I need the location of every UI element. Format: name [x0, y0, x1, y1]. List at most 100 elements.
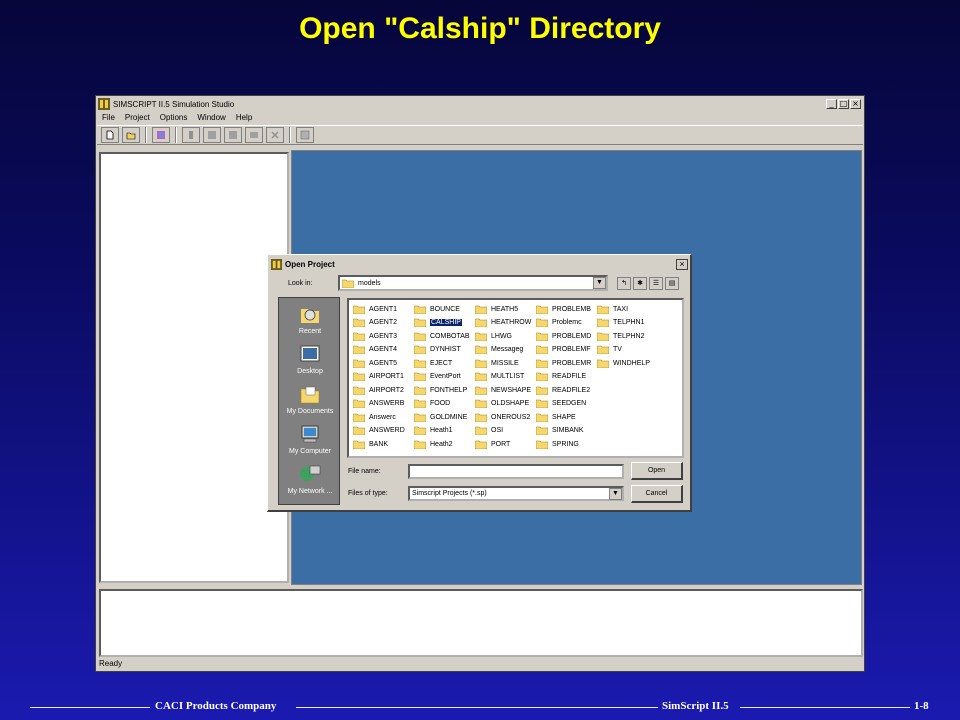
- file-name-input[interactable]: [408, 464, 624, 479]
- file-item[interactable]: OLDSHAPE: [475, 398, 531, 410]
- place-desktop[interactable]: Desktop: [279, 344, 341, 375]
- file-item[interactable]: DYNHIST: [414, 344, 463, 356]
- file-item-label: SEEDGEN: [552, 400, 587, 407]
- file-item[interactable]: ANSWERD: [353, 425, 407, 437]
- file-item[interactable]: AGENT4: [353, 344, 399, 356]
- file-item[interactable]: PROBLEMD: [536, 330, 593, 342]
- compile-icon[interactable]: [203, 127, 221, 143]
- file-item[interactable]: PROBLEMB: [536, 303, 593, 315]
- details-view-icon[interactable]: ▤: [665, 277, 679, 290]
- file-item[interactable]: BANK: [353, 438, 390, 450]
- file-item-label: READFILE2: [552, 386, 591, 394]
- folder-icon: [536, 345, 548, 354]
- minimize-button[interactable]: _: [826, 99, 837, 109]
- open-folder-icon[interactable]: [122, 127, 140, 143]
- new-icon[interactable]: [101, 127, 119, 143]
- file-item[interactable]: MISSILE: [475, 357, 521, 369]
- file-item[interactable]: Messageg: [475, 344, 525, 356]
- file-item[interactable]: PROBLEMF: [536, 344, 593, 356]
- file-item[interactable]: AGENT2: [353, 317, 399, 329]
- file-item[interactable]: EventPort: [414, 371, 463, 383]
- menu-window[interactable]: Window: [192, 113, 230, 122]
- dialog-titlebar[interactable]: Open Project ×: [270, 257, 688, 271]
- file-item[interactable]: GOLDMINE: [414, 411, 469, 423]
- maximize-button[interactable]: □: [838, 99, 849, 109]
- place-label: My Network ...: [287, 488, 333, 495]
- menu-file[interactable]: File: [97, 113, 120, 122]
- file-item[interactable]: Heath2: [414, 438, 455, 450]
- file-item[interactable]: PORT: [475, 438, 512, 450]
- file-list[interactable]: AGENT1 AGENT2 AGENT3 AGENT4 AGENT5 AIRPORT1 AI…: [347, 298, 684, 458]
- file-item[interactable]: READFILE2: [536, 384, 592, 396]
- file-item[interactable]: BOUNCE: [414, 303, 462, 315]
- file-item[interactable]: EJECT: [414, 357, 454, 369]
- folder-icon: [414, 399, 426, 408]
- file-item[interactable]: TELPHN2: [597, 330, 647, 342]
- file-item[interactable]: OSI: [475, 425, 505, 437]
- file-item[interactable]: SIMBANK: [536, 425, 586, 437]
- file-item[interactable]: Heath1: [414, 425, 455, 437]
- file-item[interactable]: AIRPORT2: [353, 384, 406, 396]
- window-icon[interactable]: [296, 127, 314, 143]
- file-item[interactable]: PROBLEMR: [536, 357, 593, 369]
- debug-icon[interactable]: [245, 127, 263, 143]
- file-item[interactable]: MULTLIST: [475, 371, 526, 383]
- file-item-label: EventPort: [430, 373, 461, 380]
- file-item[interactable]: ONEROUS2: [475, 411, 532, 423]
- place-recent[interactable]: Recent: [279, 304, 341, 335]
- file-item[interactable]: Answerc: [353, 411, 398, 423]
- up-folder-icon[interactable]: ↰: [617, 277, 631, 290]
- file-item[interactable]: HEATH5: [475, 303, 520, 315]
- dialog-close-button[interactable]: ×: [676, 258, 688, 270]
- place-my-network[interactable]: My Network ...: [279, 464, 341, 495]
- cancel-button[interactable]: Cancel: [631, 485, 683, 503]
- file-item[interactable]: AGENT5: [353, 357, 399, 369]
- folder-icon: [475, 345, 487, 354]
- file-item[interactable]: NEWSHAPE: [475, 384, 533, 396]
- file-item-label: TV: [613, 346, 622, 353]
- stop-icon[interactable]: [266, 127, 284, 143]
- output-pane[interactable]: [99, 589, 863, 657]
- file-item[interactable]: READFILE: [536, 371, 588, 383]
- file-item[interactable]: TELPHN1: [597, 317, 647, 329]
- look-in-dropdown[interactable]: models ▼: [338, 275, 608, 291]
- new-folder-icon[interactable]: ✱: [633, 277, 647, 290]
- file-item[interactable]: TV: [597, 344, 624, 356]
- file-item[interactable]: COMBOTAB: [414, 330, 472, 342]
- menu-project[interactable]: Project: [120, 113, 155, 122]
- file-item[interactable]: ANSWERB: [353, 398, 406, 410]
- file-item[interactable]: WINDHELP: [597, 357, 652, 369]
- menu-help[interactable]: Help: [231, 113, 257, 122]
- file-item[interactable]: TAXI: [597, 303, 630, 315]
- file-item[interactable]: AGENT1: [353, 303, 399, 315]
- file-item[interactable]: FOOD: [414, 398, 452, 410]
- file-item[interactable]: AGENT3: [353, 330, 399, 342]
- menu-bar: File Project Options Window Help: [97, 111, 863, 124]
- menu-options[interactable]: Options: [155, 113, 193, 122]
- chevron-down-icon[interactable]: ▼: [593, 277, 606, 289]
- chevron-down-icon[interactable]: ▼: [609, 487, 622, 500]
- file-item[interactable]: AIRPORT1: [353, 371, 406, 383]
- app-titlebar[interactable]: SIMSCRIPT II.5 Simulation Studio _ □ ×: [97, 97, 863, 111]
- file-item[interactable]: Problemc: [536, 317, 584, 329]
- build-icon[interactable]: [182, 127, 200, 143]
- place-my-computer[interactable]: My Computer: [279, 424, 341, 455]
- file-item[interactable]: SEEDGEN: [536, 398, 588, 410]
- file-item[interactable]: FONTHELP: [414, 384, 469, 396]
- file-item[interactable]: LHWG: [475, 330, 514, 342]
- close-button[interactable]: ×: [850, 99, 861, 109]
- folder-icon: [475, 399, 487, 408]
- file-item[interactable]: HEATHROW: [475, 317, 533, 329]
- file-item[interactable]: SHAPE: [536, 411, 578, 423]
- project-tree-pane[interactable]: [99, 152, 289, 583]
- project-icon[interactable]: [152, 127, 170, 143]
- files-of-type-dropdown[interactable]: Simscript Projects (*.sp) ▼: [408, 486, 624, 501]
- open-button[interactable]: Open: [631, 462, 683, 480]
- place-my-documents[interactable]: My Documents: [279, 384, 341, 415]
- footer-product: SimScript II.5: [662, 700, 729, 712]
- run-icon[interactable]: [224, 127, 242, 143]
- file-item[interactable]: CALSHIP: [414, 317, 464, 329]
- list-view-icon[interactable]: ☰: [649, 277, 663, 290]
- footer-rule: [296, 707, 658, 708]
- file-item[interactable]: SPRING: [536, 438, 581, 450]
